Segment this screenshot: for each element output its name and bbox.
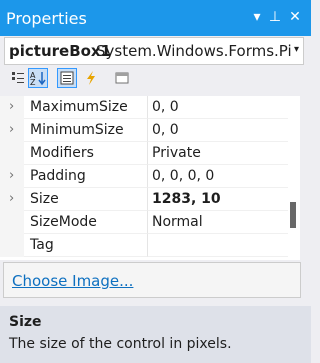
property-row-maximumsize[interactable]: › MaximumSize 0, 0 xyxy=(0,96,300,119)
object-type: System.Windows.Forms.Pictu xyxy=(96,42,292,60)
property-value[interactable]: 1283, 10 xyxy=(148,188,288,211)
categorized-icon[interactable] xyxy=(8,68,28,88)
property-row-modifiers[interactable]: Modifiers Private xyxy=(0,142,300,165)
choose-image-link[interactable]: Choose Image... xyxy=(12,272,133,290)
close-icon[interactable]: ✕ xyxy=(286,8,304,26)
property-name: Tag xyxy=(24,234,148,257)
property-name: Modifiers xyxy=(24,142,148,165)
vertical-scrollbar[interactable] xyxy=(288,96,300,260)
property-row-minimumsize[interactable]: › MinimumSize 0, 0 xyxy=(0,119,300,142)
property-value[interactable]: 0, 0, 0, 0 xyxy=(148,165,288,188)
commands-pane: Choose Image... xyxy=(3,262,301,298)
property-row-tag[interactable]: Tag xyxy=(0,234,300,257)
chevron-right-icon[interactable]: › xyxy=(9,99,14,114)
property-value[interactable]: Normal xyxy=(148,211,288,234)
property-pages-icon[interactable] xyxy=(112,68,132,88)
property-name: Size xyxy=(24,188,148,211)
properties-toolbar: AZ xyxy=(0,65,311,93)
description-title: Size xyxy=(9,314,42,330)
svg-text:Z: Z xyxy=(30,78,36,86)
description-text: The size of the control in pixels. xyxy=(9,336,232,352)
window-position-dropdown-icon[interactable]: ▾ xyxy=(248,8,266,26)
property-grid: › MaximumSize 0, 0 › MinimumSize 0, 0 Mo… xyxy=(0,96,300,260)
description-pane: Size The size of the control in pixels. xyxy=(0,306,311,363)
property-name: SizeMode xyxy=(24,211,148,234)
object-selector[interactable]: pictureBox1 System.Windows.Forms.Pictu ▾ xyxy=(4,37,304,65)
title-bar: Properties ▾ ⊥ ✕ xyxy=(0,0,311,36)
window-title: Properties xyxy=(6,9,87,28)
chevron-down-icon[interactable]: ▾ xyxy=(294,44,299,55)
scrollbar-thumb[interactable] xyxy=(290,202,296,228)
property-name: MaximumSize xyxy=(24,96,148,119)
alphabetical-icon[interactable]: AZ xyxy=(28,68,48,88)
events-icon[interactable] xyxy=(81,68,101,88)
chevron-right-icon[interactable]: › xyxy=(9,191,14,206)
property-value[interactable]: 0, 0 xyxy=(148,96,288,119)
property-row-padding[interactable]: › Padding 0, 0, 0, 0 xyxy=(0,165,300,188)
property-name: Padding xyxy=(24,165,148,188)
property-row-sizemode[interactable]: SizeMode Normal xyxy=(0,211,300,234)
chevron-right-icon[interactable]: › xyxy=(9,122,14,137)
property-value[interactable] xyxy=(148,234,288,257)
property-name: MinimumSize xyxy=(24,119,148,142)
property-row-size[interactable]: › Size 1283, 10 xyxy=(0,188,300,211)
properties-icon[interactable] xyxy=(57,68,77,88)
chevron-right-icon[interactable]: › xyxy=(9,168,14,183)
property-value[interactable]: Private xyxy=(148,142,288,165)
pin-icon[interactable]: ⊥ xyxy=(266,8,284,26)
property-value[interactable]: 0, 0 xyxy=(148,119,288,142)
